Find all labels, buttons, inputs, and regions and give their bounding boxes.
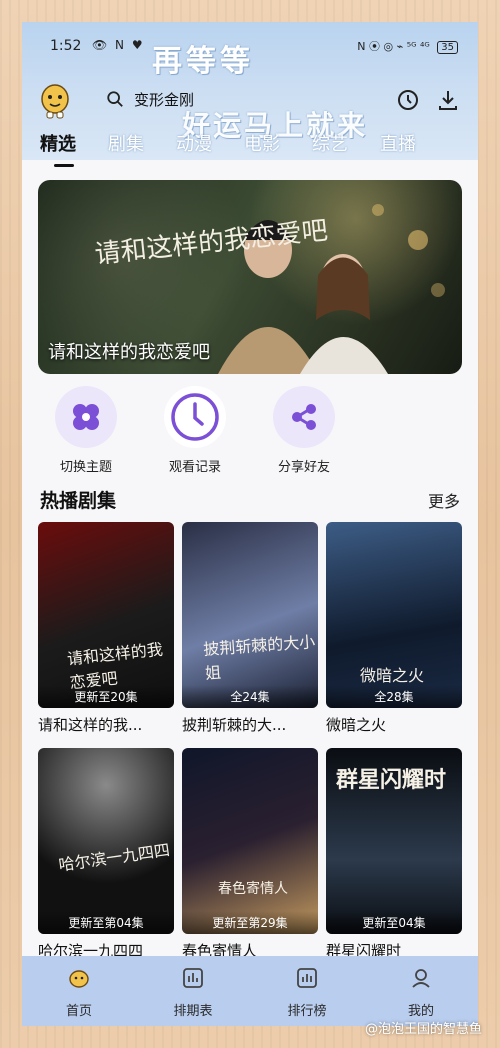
episode-badge: 更新至20集: [38, 685, 174, 708]
share-label: 分享好友: [277, 460, 330, 475]
category-tabs: 精选 剧集 动漫 电影 综艺 直播: [40, 130, 448, 160]
show-title: 请和这样的我...: [38, 716, 143, 734]
bottom-navigation: 首页 排期表 排行榜 我的: [22, 956, 478, 1026]
episode-badge: 更新至第29集: [182, 911, 318, 934]
nav-profile[interactable]: 我的: [364, 956, 478, 1026]
hero-title: 请和这样的我恋爱吧: [48, 342, 210, 363]
watch-history-button[interactable]: 观看记录: [141, 386, 249, 475]
hero-banner[interactable]: 请和这样的我恋爱吧 请和这样的我恋爱吧: [38, 180, 462, 374]
tab-featured[interactable]: 精选: [40, 130, 76, 160]
status-icons-right: N ⦿ ◎ ⌁ ⁵ᴳ ⁴ᴳ 35: [357, 38, 458, 54]
header: 1:52 👁 N ♥ N ⦿ ◎ ⌁ ⁵ᴳ ⁴ᴳ 35 再等等 好运马上就来 变…: [22, 22, 478, 167]
search-input[interactable]: 变形金刚: [134, 89, 194, 110]
poster-calligraphy: 春色寄情人: [218, 881, 288, 897]
show-title: 微暗之火: [326, 716, 387, 734]
history-button-circle: [164, 386, 226, 448]
tab-anime[interactable]: 动漫: [176, 130, 212, 160]
nav-schedule[interactable]: 排期表: [136, 956, 250, 1026]
search-icon: [107, 91, 123, 107]
nav-ranking[interactable]: 排行榜: [250, 956, 364, 1026]
show-poster: 哈尔滨一九四四 更新至第04集: [38, 748, 174, 934]
profile-icon: [412, 969, 430, 988]
tab-live[interactable]: 直播: [380, 130, 416, 160]
episode-badge: 全24集: [182, 685, 318, 708]
quick-actions: 切换主题 观看记录 分享好友: [22, 386, 478, 476]
share-friends-button[interactable]: 分享好友: [250, 386, 358, 475]
nav-label: 排行榜: [287, 1004, 327, 1019]
poster-calligraphy: 披荆斩棘的大小姐: [202, 632, 316, 683]
history-label: 观看记录: [168, 460, 221, 475]
nav-label: 我的: [407, 1004, 434, 1019]
episode-badge: 更新至第04集: [38, 911, 174, 934]
banner-text-top: 再等等: [152, 44, 254, 79]
more-link[interactable]: 更多: [428, 488, 460, 512]
episode-badge: 全28集: [326, 685, 462, 708]
home-icon: [69, 970, 89, 988]
show-card[interactable]: 哈尔滨一九四四 更新至第04集 哈尔滨一九四四: [38, 748, 174, 961]
battery-icon: 35: [437, 41, 458, 54]
show-poster: 群星闪耀时 更新至04集: [326, 748, 462, 934]
tab-series[interactable]: 剧集: [108, 130, 144, 160]
phone-screen: 1:52 👁 N ♥ N ⦿ ◎ ⌁ ⁵ᴳ ⁴ᴳ 35 再等等 好运马上就来 变…: [22, 22, 478, 1026]
search-bar[interactable]: 变形金刚: [102, 84, 382, 114]
download-icon[interactable]: [436, 88, 460, 112]
show-card[interactable]: 微暗之火 全28集 微暗之火: [326, 522, 462, 735]
mascot-icon[interactable]: [38, 82, 72, 120]
show-poster: 微暗之火 全28集: [326, 522, 462, 708]
show-card[interactable]: 请和这样的我恋爱吧 更新至20集 请和这样的我...: [38, 522, 174, 735]
nav-label: 排期表: [173, 1004, 213, 1019]
switch-theme-button[interactable]: 切换主题: [32, 386, 140, 475]
poster-calligraphy: 微暗之火: [360, 666, 425, 685]
episode-badge: 更新至04集: [326, 911, 462, 934]
show-poster: 披荆斩棘的大小姐 全24集: [182, 522, 318, 708]
clock-icon: [171, 393, 219, 441]
status-icons-left: 👁 N ♥: [92, 38, 145, 52]
share-button-circle: [273, 386, 335, 448]
show-card[interactable]: 群星闪耀时 更新至04集 群星闪耀时: [326, 748, 462, 961]
ranking-icon: [297, 968, 317, 988]
nav-label: 首页: [65, 1004, 92, 1019]
show-poster: 请和这样的我恋爱吧 更新至20集: [38, 522, 174, 708]
active-tab-indicator: [54, 164, 74, 167]
status-time: 1:52: [50, 38, 82, 54]
network-icons: N ⦿ ◎ ⌁ ⁵ᴳ ⁴ᴳ: [357, 40, 430, 53]
theme-label: 切换主题: [59, 460, 112, 475]
show-card[interactable]: 春色寄情人 更新至第29集 春色寄情人: [182, 748, 318, 961]
watermark: @泡泡王国的智慧鱼: [364, 1022, 482, 1037]
tab-movies[interactable]: 电影: [244, 130, 280, 160]
poster-calligraphy: 群星闪耀时: [336, 767, 447, 793]
theme-button-circle: [55, 386, 117, 448]
tab-variety[interactable]: 综艺: [312, 130, 348, 160]
show-title: 披荆斩棘的大...: [182, 716, 287, 734]
show-poster: 春色寄情人 更新至第29集: [182, 748, 318, 934]
schedule-icon: [183, 968, 203, 988]
show-card[interactable]: 披荆斩棘的大小姐 全24集 披荆斩棘的大...: [182, 522, 318, 735]
section-title: 热播剧集: [40, 490, 117, 512]
poster-calligraphy: 哈尔滨一九四四: [57, 840, 172, 875]
share-icon: [292, 404, 316, 430]
theme-icon: [73, 404, 99, 430]
nav-home[interactable]: 首页: [22, 956, 136, 1026]
section-header: 热播剧集 更多: [38, 486, 462, 514]
history-icon[interactable]: [396, 88, 420, 112]
